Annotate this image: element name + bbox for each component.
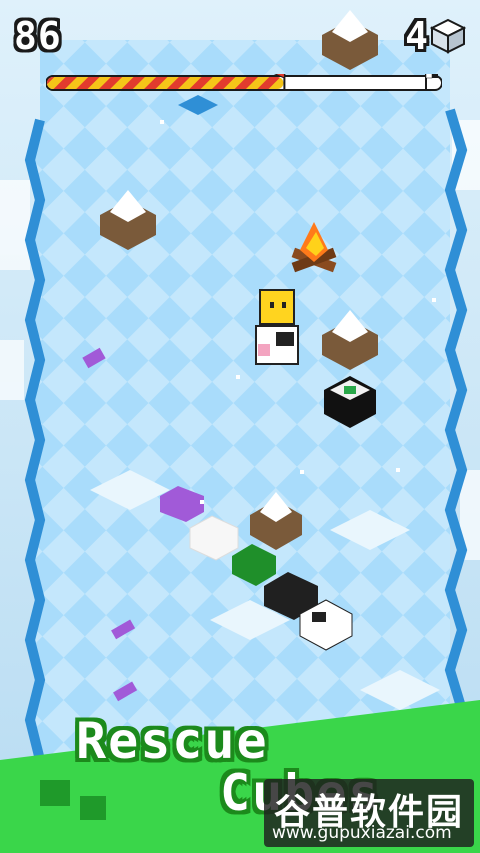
ice-platform bbox=[24, 40, 468, 762]
level-progress-bar bbox=[46, 74, 442, 91]
cube-counter: 4 bbox=[405, 14, 428, 58]
watermark-url: www.gupuxiazai.com bbox=[272, 823, 452, 843]
promo-title-line-1: Rescue bbox=[76, 712, 269, 770]
watermark: 谷普软件园 www.gupuxiazai.com bbox=[264, 779, 474, 847]
player-character bbox=[255, 289, 299, 365]
score-counter: 86 bbox=[14, 14, 62, 58]
cube-icon bbox=[430, 18, 466, 54]
level-progress-fill bbox=[47, 77, 284, 89]
